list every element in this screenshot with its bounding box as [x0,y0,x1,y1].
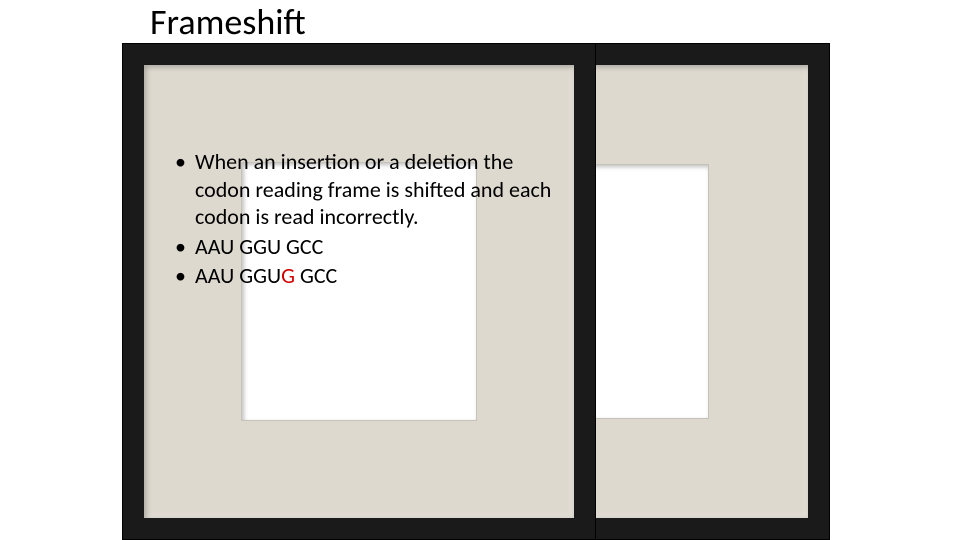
bullet-3-inserted-base: G [281,262,295,289]
bullet-3-seq-b: GCC [295,262,337,289]
slide-title: Frameshift [150,0,306,44]
bullet-2: AAU GGU GCC [173,233,573,261]
bullet-3: AAU GGUG GCC [173,262,573,290]
bullet-3-seq-a: AAU GGU [195,262,281,289]
bullet-1: When an insertion or a deletion the codo… [173,148,573,231]
picture-frame-front [122,43,596,540]
bullet-list: When an insertion or a deletion the codo… [173,148,573,292]
frame-mat-front [144,65,574,518]
